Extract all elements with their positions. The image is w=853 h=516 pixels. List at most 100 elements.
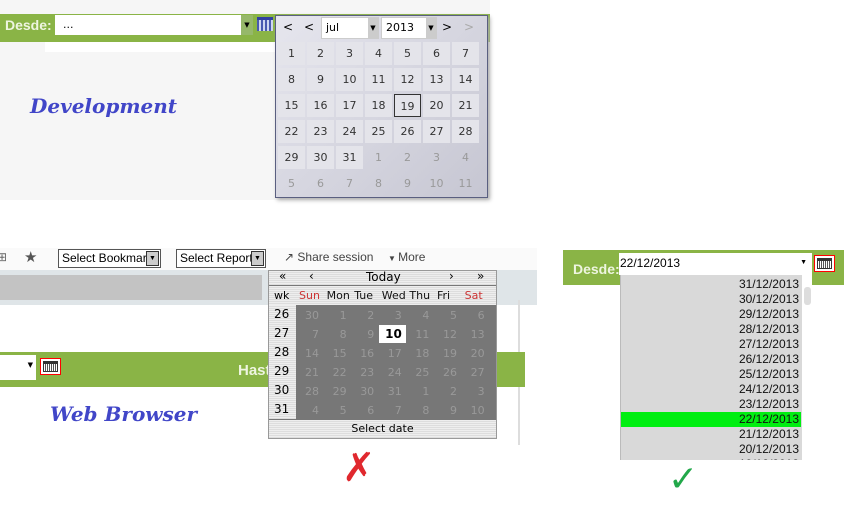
dropdown-option[interactable]: 28/12/2013 bbox=[621, 322, 801, 337]
day-cell[interactable]: 5 bbox=[434, 306, 461, 325]
calendar-icon[interactable] bbox=[40, 358, 61, 375]
day-cell[interactable]: 4 bbox=[406, 306, 433, 325]
day-cell[interactable]: 18 bbox=[365, 94, 392, 117]
dropdown-option[interactable]: 30/12/2013 bbox=[621, 292, 801, 307]
year-select[interactable]: 2013 ▼ bbox=[381, 17, 437, 39]
day-cell[interactable]: 30 bbox=[351, 382, 378, 401]
day-cell[interactable]: 16 bbox=[307, 94, 334, 117]
bookmark-select[interactable]: Select Bookmark ▼ bbox=[58, 249, 161, 268]
day-cell[interactable]: 30 bbox=[307, 146, 334, 169]
day-cell[interactable]: 1 bbox=[406, 382, 433, 401]
day-cell[interactable]: 10 bbox=[462, 401, 489, 420]
day-cell[interactable]: 4 bbox=[452, 146, 479, 169]
dropdown-option[interactable]: 31/12/2013 bbox=[621, 277, 801, 292]
day-cell[interactable]: 2 bbox=[394, 146, 421, 169]
dropdown-option[interactable]: 26/12/2013 bbox=[621, 352, 801, 367]
dropdown-option[interactable]: 21/12/2013 bbox=[621, 427, 801, 442]
scrollbar-thumb[interactable] bbox=[804, 287, 811, 305]
day-cell[interactable]: 12 bbox=[434, 325, 461, 344]
day-cell[interactable]: 11 bbox=[406, 325, 433, 344]
day-cell[interactable]: 20 bbox=[423, 94, 450, 117]
day-cell[interactable]: 21 bbox=[296, 363, 323, 382]
day-cell[interactable]: 1 bbox=[365, 146, 392, 169]
share-session-button[interactable]: ↗ Share session bbox=[284, 250, 373, 264]
day-cell[interactable]: 4 bbox=[296, 401, 323, 420]
day-cell[interactable]: 28 bbox=[296, 382, 323, 401]
prev-year-button[interactable]: < bbox=[283, 20, 293, 34]
day-cell[interactable]: 8 bbox=[365, 172, 392, 195]
prev-year-button[interactable]: « bbox=[279, 269, 286, 283]
today-button[interactable]: Today bbox=[366, 270, 401, 284]
day-cell[interactable]: 10 bbox=[423, 172, 450, 195]
day-cell[interactable]: 13 bbox=[423, 68, 450, 91]
dropdown-option[interactable]: 19/12/2013 bbox=[621, 457, 801, 460]
day-cell[interactable]: 1 bbox=[324, 306, 351, 325]
dropdown-option[interactable]: 24/12/2013 bbox=[621, 382, 801, 397]
next-month-button[interactable]: > bbox=[442, 20, 452, 34]
day-cell[interactable]: 31 bbox=[336, 146, 363, 169]
day-cell[interactable]: 7 bbox=[452, 42, 479, 65]
day-cell[interactable]: 6 bbox=[423, 42, 450, 65]
day-cell[interactable]: 17 bbox=[379, 344, 406, 363]
day-cell[interactable]: 23 bbox=[351, 363, 378, 382]
day-cell[interactable]: 5 bbox=[324, 401, 351, 420]
next-year-button[interactable]: > bbox=[464, 20, 474, 34]
day-cell[interactable]: 7 bbox=[336, 172, 363, 195]
chevron-down-icon[interactable]: ▼ bbox=[28, 361, 33, 369]
day-cell[interactable]: 22 bbox=[278, 120, 305, 143]
calendar-icon[interactable] bbox=[257, 17, 273, 31]
day-cell[interactable]: 24 bbox=[379, 363, 406, 382]
chevron-down-icon[interactable]: ▼ bbox=[241, 15, 253, 35]
day-cell[interactable]: 8 bbox=[406, 401, 433, 420]
prev-month-button[interactable]: < bbox=[304, 20, 314, 34]
dropdown-option[interactable]: 20/12/2013 bbox=[621, 442, 801, 457]
day-cell[interactable]: 15 bbox=[278, 94, 305, 117]
day-cell[interactable]: 8 bbox=[324, 325, 351, 344]
date-select[interactable]: 22/12/2013 ▼ bbox=[619, 253, 812, 275]
day-cell[interactable]: 26 bbox=[434, 363, 461, 382]
dropdown-option[interactable]: 25/12/2013 bbox=[621, 367, 801, 382]
day-cell[interactable]: 5 bbox=[278, 172, 305, 195]
day-cell[interactable]: 18 bbox=[406, 344, 433, 363]
day-cell[interactable]: 29 bbox=[324, 382, 351, 401]
prev-month-button[interactable]: ‹ bbox=[309, 269, 314, 283]
day-cell[interactable]: 3 bbox=[336, 42, 363, 65]
day-cell[interactable]: 24 bbox=[336, 120, 363, 143]
day-cell[interactable]: 9 bbox=[394, 172, 421, 195]
calendar-icon[interactable] bbox=[814, 255, 835, 272]
dropdown-option[interactable]: 22/12/2013 bbox=[621, 412, 801, 427]
day-cell[interactable]: 22 bbox=[324, 363, 351, 382]
day-cell[interactable]: 7 bbox=[379, 401, 406, 420]
day-cell[interactable]: 15 bbox=[324, 344, 351, 363]
day-cell[interactable]: 2 bbox=[434, 382, 461, 401]
day-cell[interactable]: 6 bbox=[307, 172, 334, 195]
day-cell[interactable]: 17 bbox=[336, 94, 363, 117]
more-button[interactable]: ▼ More bbox=[388, 250, 425, 264]
day-cell[interactable]: 21 bbox=[452, 94, 479, 117]
day-cell[interactable]: 8 bbox=[278, 68, 305, 91]
day-cell[interactable]: 28 bbox=[452, 120, 479, 143]
add-icon[interactable]: ⊞ bbox=[0, 250, 7, 264]
day-cell[interactable]: 19 bbox=[434, 344, 461, 363]
day-cell[interactable]: 9 bbox=[307, 68, 334, 91]
day-cell[interactable]: 30 bbox=[296, 306, 323, 325]
day-cell[interactable]: 7 bbox=[296, 325, 323, 344]
dropdown-option[interactable]: 23/12/2013 bbox=[621, 397, 801, 412]
day-cell[interactable]: 16 bbox=[351, 344, 378, 363]
day-cell[interactable]: 25 bbox=[365, 120, 392, 143]
dropdown-option[interactable]: 27/12/2013 bbox=[621, 337, 801, 352]
report-select[interactable]: Select Report ▼ bbox=[176, 249, 266, 268]
day-cell[interactable]: 10 bbox=[378, 325, 406, 343]
day-cell[interactable]: 6 bbox=[351, 401, 378, 420]
day-cell[interactable]: 9 bbox=[434, 401, 461, 420]
day-cell[interactable]: 5 bbox=[394, 42, 421, 65]
day-cell[interactable]: 3 bbox=[423, 146, 450, 169]
day-cell[interactable]: 13 bbox=[462, 325, 489, 344]
next-year-button[interactable]: » bbox=[477, 269, 484, 283]
day-cell[interactable]: 31 bbox=[379, 382, 406, 401]
star-icon[interactable]: ★ bbox=[24, 248, 37, 266]
day-cell[interactable]: 11 bbox=[365, 68, 392, 91]
day-cell[interactable]: 11 bbox=[452, 172, 479, 195]
day-cell[interactable]: 3 bbox=[462, 382, 489, 401]
date-input[interactable]: ... ▼ bbox=[55, 15, 253, 35]
